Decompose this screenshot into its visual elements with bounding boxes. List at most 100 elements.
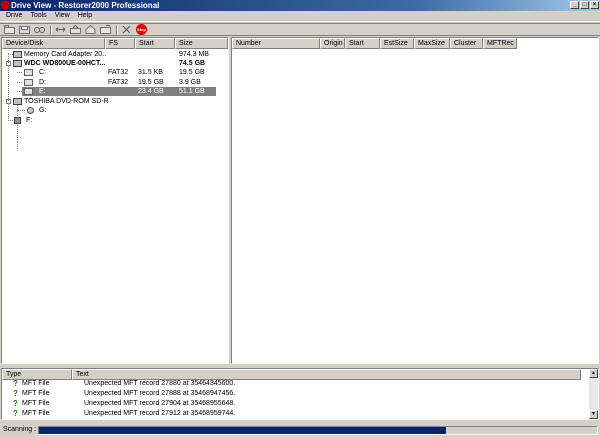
log-pane[interactable]: Type Text ? MFT File Unexpected MFT reco… xyxy=(1,368,599,420)
partition-name: G: xyxy=(39,107,47,114)
scroll-up-icon[interactable]: ▲ xyxy=(589,369,598,378)
column-origin[interactable]: Origin xyxy=(320,38,345,49)
window-title: Drive View - Restorer2000 Professional xyxy=(11,1,160,10)
menu-help[interactable]: Help xyxy=(74,11,96,21)
stop-button[interactable]: Stop xyxy=(135,24,148,35)
menu-view[interactable]: View xyxy=(51,11,74,21)
log-row[interactable]: ? MFT File Unexpected MFT record 27912 a… xyxy=(2,409,590,419)
collapse-icon[interactable]: - xyxy=(6,99,11,104)
device-row[interactable]: - TOSHIBA DVD-ROM SD-R... xyxy=(2,97,228,106)
drive-icon xyxy=(24,69,33,76)
log-row[interactable]: ? MFT File Unexpected MFT record 27888 a… xyxy=(2,389,590,399)
save-icon[interactable] xyxy=(18,24,31,35)
collapse-icon[interactable]: - xyxy=(6,61,11,66)
partition-fs: FAT32 xyxy=(108,69,129,76)
log-text: Unexpected MFT record 27880 at 354643456… xyxy=(84,380,236,387)
swap-icon[interactable] xyxy=(54,24,67,35)
log-type: MFT File xyxy=(22,390,50,397)
column-mftrec[interactable]: MFTRec xyxy=(483,38,517,49)
drive-icon xyxy=(24,79,33,86)
partition-start: 23.4 GB xyxy=(138,88,164,95)
partition-row[interactable]: D: FAT32 19.5 GB 3.9 GB xyxy=(2,78,228,87)
log-type: MFT File xyxy=(22,380,50,387)
title-bar[interactable]: Drive View - Restorer2000 Professional _… xyxy=(0,0,600,11)
partition-name: D: xyxy=(39,79,46,86)
log-type: MFT File xyxy=(22,410,50,417)
tree-line xyxy=(17,82,22,83)
question-icon: ? xyxy=(13,399,18,408)
disk-icon xyxy=(13,60,22,67)
partition-start: 31.5 KB xyxy=(138,69,163,76)
device-size: 974.3 MB xyxy=(179,51,209,58)
log-text: Unexpected MFT record 27888 at 354689474… xyxy=(84,390,236,397)
device-size: 74.5 GB xyxy=(179,60,206,67)
cd-icon xyxy=(27,107,34,114)
column-size[interactable]: Size xyxy=(175,38,228,49)
toolbar-separator xyxy=(116,24,118,35)
log-scrollbar[interactable]: ▲ ▼ xyxy=(589,369,598,419)
question-icon: ? xyxy=(13,389,18,398)
folder-icon[interactable] xyxy=(99,24,112,35)
scroll-down-icon[interactable]: ▼ xyxy=(589,410,598,419)
device-row[interactable]: Memory Card Adapter 20... 974.3 MB xyxy=(2,50,228,59)
column-device-disk[interactable]: Device/Disk xyxy=(2,38,105,49)
toolbar: Stop xyxy=(0,23,600,36)
disk-icon xyxy=(13,51,22,58)
cut-icon[interactable] xyxy=(120,24,133,35)
find-icon[interactable] xyxy=(33,24,46,35)
column-start[interactable]: Start xyxy=(345,38,380,49)
device-name: WDC WD800UE-00HCT... xyxy=(24,60,106,67)
log-row[interactable]: ? MFT File Unexpected MFT record 27904 a… xyxy=(2,399,590,409)
log-type: MFT File xyxy=(22,400,50,407)
device-tree-pane[interactable]: Device/Disk FS Start Size Memory Card Ad… xyxy=(1,37,229,364)
question-icon: ? xyxy=(13,409,18,418)
app-icon xyxy=(1,1,9,10)
column-start[interactable]: Start xyxy=(135,38,175,49)
partition-size: 3.9 GB xyxy=(179,79,201,86)
column-fs[interactable]: FS xyxy=(105,38,135,49)
scan-progress-bar xyxy=(38,426,598,435)
tree-line xyxy=(17,72,22,73)
device-row[interactable]: - WDC WD800UE-00HCT... 74.5 GB xyxy=(2,59,228,68)
status-bar: Scanning : xyxy=(0,424,600,437)
drive-icon xyxy=(24,88,33,95)
column-maxsize[interactable]: MaxSize xyxy=(414,38,450,49)
dvd-drive-icon xyxy=(13,98,22,105)
floppy-icon xyxy=(14,117,21,124)
device-name: TOSHIBA DVD-ROM SD-R... xyxy=(24,98,108,105)
partition-name: C: xyxy=(39,69,46,76)
device-name: F: xyxy=(26,117,33,124)
partition-size: 19.5 GB xyxy=(179,69,205,76)
column-cluster[interactable]: Cluster xyxy=(450,38,483,49)
question-icon: ? xyxy=(13,379,18,388)
tree-line xyxy=(8,120,13,121)
menu-tools[interactable]: Tools xyxy=(26,11,50,21)
partition-fs: FAT32 xyxy=(108,79,129,86)
maximize-button[interactable]: □ xyxy=(580,1,589,9)
minimize-button[interactable]: _ xyxy=(570,1,579,9)
partition-row[interactable]: C: FAT32 31.5 KB 19.5 GB xyxy=(2,68,228,77)
partition-start: 19.5 GB xyxy=(138,79,164,86)
partition-size: 51.1 GB xyxy=(179,88,205,95)
device-name: Memory Card Adapter 20... xyxy=(24,51,106,58)
partition-row-selected[interactable]: E: 23.4 GB 51.1 GB xyxy=(22,87,216,96)
results-pane[interactable]: Number Origin Start EstSize MaxSize Clus… xyxy=(231,37,599,364)
open-icon[interactable] xyxy=(3,24,16,35)
status-label: Scanning : xyxy=(3,426,37,433)
partition-name: E: xyxy=(39,88,46,95)
tree-line xyxy=(17,141,18,149)
stop-icon: Stop xyxy=(136,24,147,35)
column-estsize[interactable]: EstSize xyxy=(380,38,414,49)
partition-row[interactable]: G: xyxy=(2,106,228,115)
close-button[interactable]: × xyxy=(590,1,599,9)
tree-line xyxy=(17,91,22,92)
log-row[interactable]: ? MFT File Unexpected MFT record 27880 a… xyxy=(2,379,590,389)
log-text: Unexpected MFT record 27912 at 354689597… xyxy=(84,410,236,417)
home-icon[interactable] xyxy=(84,24,97,35)
column-number[interactable]: Number xyxy=(232,38,320,49)
log-text: Unexpected MFT record 27904 at 354689556… xyxy=(84,400,236,407)
up-folder-icon[interactable] xyxy=(69,24,82,35)
device-row[interactable]: F: xyxy=(2,116,228,125)
menu-drive[interactable]: Drive xyxy=(2,11,26,21)
device-table-header: Device/Disk FS Start Size xyxy=(2,38,228,49)
